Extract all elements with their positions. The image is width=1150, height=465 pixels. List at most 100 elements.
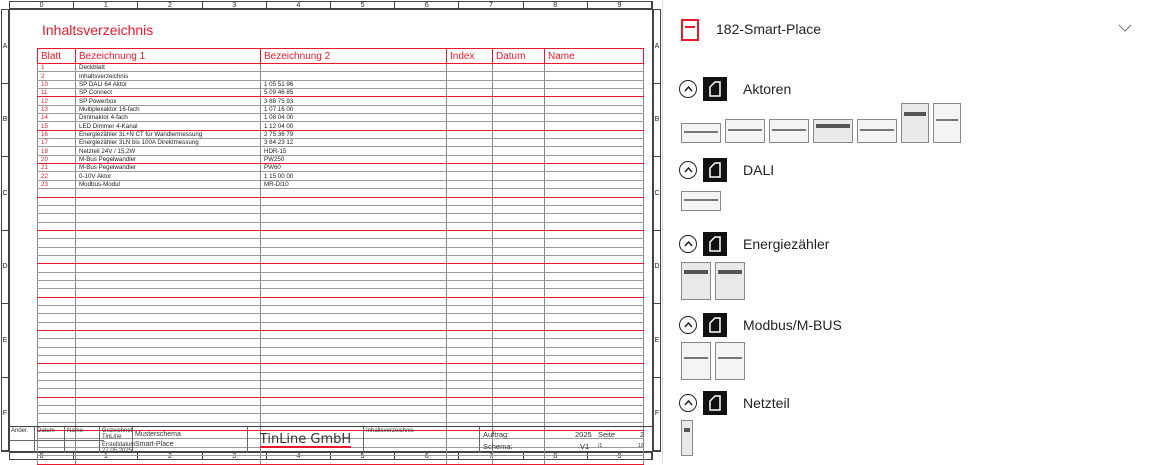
table-cell	[544, 355, 644, 365]
table-row	[37, 313, 644, 323]
table-cell	[37, 238, 76, 248]
table-cell	[544, 297, 644, 306]
table-row	[37, 355, 644, 365]
column-header-datum: Datum	[492, 48, 545, 64]
table-cell	[446, 113, 493, 123]
table-cell: 1 12 04 00	[260, 121, 447, 131]
table-cell	[446, 121, 493, 131]
group-modbus-mbus[interactable]: Modbus/M-BUS	[679, 312, 842, 338]
column-header-bezeichnung1: Bezeichnung 1	[75, 48, 261, 64]
table-row	[37, 330, 644, 340]
table-cell	[260, 313, 447, 323]
collapse-up-icon[interactable]	[679, 161, 697, 179]
device-thumbnail[interactable]	[681, 420, 693, 456]
collapse-up-icon[interactable]	[679, 394, 697, 412]
column-header-bezeichnung2: Bezeichnung 2	[260, 48, 447, 64]
table-cell	[37, 280, 76, 290]
table-cell	[446, 63, 493, 73]
project-name[interactable]: 182-Smart-Place	[716, 21, 821, 37]
table-cell	[544, 397, 644, 407]
table-cell	[544, 146, 644, 156]
table-cell	[492, 180, 545, 190]
tb-schema-name: Musterschema	[135, 431, 181, 438]
ruler-mark: 9	[588, 2, 653, 9]
table-cell	[260, 338, 447, 348]
device-thumbnail[interactable]	[681, 342, 711, 380]
device-thumbnail[interactable]	[681, 123, 721, 143]
table-cell	[446, 105, 493, 115]
device-thumbnail[interactable]	[715, 262, 745, 300]
table-cell	[37, 338, 76, 348]
group-aktoren[interactable]: Aktoren	[679, 76, 791, 102]
table-cell	[37, 272, 76, 281]
ruler-mark: D	[654, 231, 660, 304]
table-cell	[544, 305, 644, 315]
table-cell	[492, 372, 545, 382]
table-cell	[260, 372, 447, 382]
group-label: Modbus/M-BUS	[743, 317, 842, 333]
table-cell	[492, 230, 545, 240]
group-netzteil[interactable]: Netzteil	[679, 390, 790, 416]
table-cell	[260, 297, 447, 306]
table-cell	[492, 388, 545, 398]
table-cell	[446, 363, 493, 373]
table-cell	[75, 197, 261, 206]
table-row	[37, 230, 644, 240]
table-cell	[37, 388, 76, 398]
device-thumbnail[interactable]	[769, 119, 809, 143]
table-cell	[544, 413, 644, 423]
table-row: 23 Modbus-Modul MR-DI10	[37, 180, 644, 190]
table-cell: 23	[37, 180, 76, 190]
table-cell	[260, 305, 447, 315]
table-cell	[37, 322, 76, 332]
tb-schema-value: V1	[580, 442, 590, 451]
device-thumbnail[interactable]	[681, 262, 711, 300]
group-dali[interactable]: DALI	[679, 157, 774, 183]
table-cell	[260, 322, 447, 332]
table-cell: PW250	[260, 155, 447, 165]
device-thumbnail[interactable]	[715, 342, 745, 380]
table-cell	[446, 71, 493, 81]
table-cell	[446, 380, 493, 390]
aktoren-device-thumbnails	[681, 103, 961, 143]
table-cell	[492, 255, 545, 265]
device-thumbnail[interactable]	[933, 103, 961, 143]
table-cell	[260, 347, 447, 357]
table-cell: SP Powerbox	[75, 96, 261, 106]
table-cell	[260, 355, 447, 365]
table-cell	[492, 80, 545, 90]
table-cell: 1 07 16 00	[260, 105, 447, 115]
device-thumbnail[interactable]	[857, 119, 897, 143]
table-cell: PW60	[260, 163, 447, 173]
table-cell	[492, 71, 545, 81]
table-cell	[75, 322, 261, 332]
table-cell	[37, 213, 76, 223]
table-cell	[446, 222, 493, 231]
table-cell	[75, 222, 261, 231]
chevron-down-icon[interactable]	[1118, 24, 1132, 32]
table-cell	[446, 130, 493, 140]
table-row	[37, 305, 644, 315]
table-cell	[446, 205, 493, 215]
device-thumbnail[interactable]	[681, 191, 721, 211]
company-logo: TinLine GmbH	[259, 431, 352, 448]
table-cell	[446, 171, 493, 181]
table-cell	[446, 397, 493, 407]
ruler-mark: 4	[267, 2, 332, 9]
collapse-up-icon[interactable]	[679, 316, 697, 334]
group-energiezaehler[interactable]: Energiezähler	[679, 231, 829, 257]
device-thumbnail[interactable]	[901, 103, 929, 143]
collapse-up-icon[interactable]	[679, 235, 697, 253]
table-cell	[260, 205, 447, 215]
collapse-up-icon[interactable]	[679, 80, 697, 98]
table-cell	[492, 63, 545, 73]
device-thumbnail[interactable]	[725, 119, 765, 143]
table-cell	[75, 372, 261, 382]
table-cell	[446, 405, 493, 415]
device-thumbnail[interactable]	[813, 119, 853, 143]
table-cell	[446, 180, 493, 190]
table-row	[37, 405, 644, 415]
table-row: 16 Energiezähler 3L+N CT für Wandlermessu…	[37, 130, 644, 140]
table-cell: 1	[37, 63, 76, 73]
table-cell	[492, 205, 545, 215]
